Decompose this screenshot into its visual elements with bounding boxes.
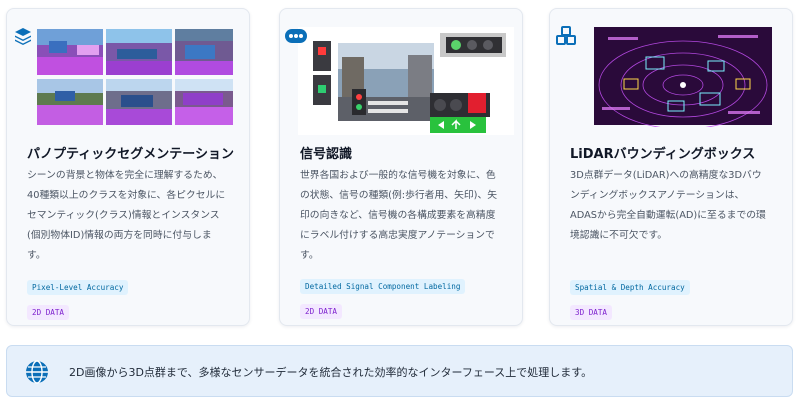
tag-list: Pixel-Level Accuracy 2D DATA <box>27 275 237 325</box>
card-title: LiDARバウンディングボックス <box>570 147 756 162</box>
tag-spatial-depth-accuracy: Spatial & Depth Accuracy <box>570 280 690 295</box>
card-description: シーンの背景と物体を完全に理解するため、40種類以上のクラスを対象に、各ピクセル… <box>27 170 226 261</box>
tag-list: Detailed Signal Component Labeling 2D DA… <box>300 274 510 324</box>
globe-icon <box>25 360 49 384</box>
dots-icon <box>285 25 307 47</box>
lidar-pointcloud-image <box>568 27 776 130</box>
layers-icon <box>12 25 34 47</box>
card-description: 3D点群データ(LiDAR)への高精度な3Dバウンディングボックスアノテーション… <box>570 170 766 241</box>
traffic-signal-image <box>298 27 514 135</box>
card-title: パノプティックセグメンテーション <box>27 147 234 162</box>
tag-3d-data: 3D DATA <box>570 305 613 320</box>
panoptic-segmentation-image <box>25 27 233 127</box>
tag-pixel-level-accuracy: Pixel-Level Accuracy <box>27 280 129 295</box>
cubes-icon <box>555 25 577 47</box>
tag-list: Spatial & Depth Accuracy 3D DATA <box>570 275 780 325</box>
card-traffic-signal: 信号認識 世界各国および一般的な信号機を対象に、色の状態、信号の種類(例:歩行者… <box>279 8 523 326</box>
banner-text: 2D画像から3D点群まで、多様なセンサーデータを統合された効率的なインターフェー… <box>69 366 593 379</box>
tag-2d-data: 2D DATA <box>300 304 343 319</box>
card-panoptic-segmentation: パノプティックセグメンテーション シーンの背景と物体を完全に理解するため、40種… <box>6 8 250 326</box>
card-title: 信号認識 <box>300 147 353 162</box>
card-lidar-bounding-box: LiDARバウンディングボックス 3D点群データ(LiDAR)への高精度な3Dバ… <box>549 8 793 326</box>
card-description: 世界各国および一般的な信号機を対象に、色の状態、信号の種類(例:歩行者用、矢印)… <box>300 170 498 261</box>
tag-2d-data: 2D DATA <box>27 305 70 320</box>
info-banner: 2D画像から3D点群まで、多様なセンサーデータを統合された効率的なインターフェー… <box>6 345 793 397</box>
tag-detailed-signal-component-labeling: Detailed Signal Component Labeling <box>300 279 466 294</box>
